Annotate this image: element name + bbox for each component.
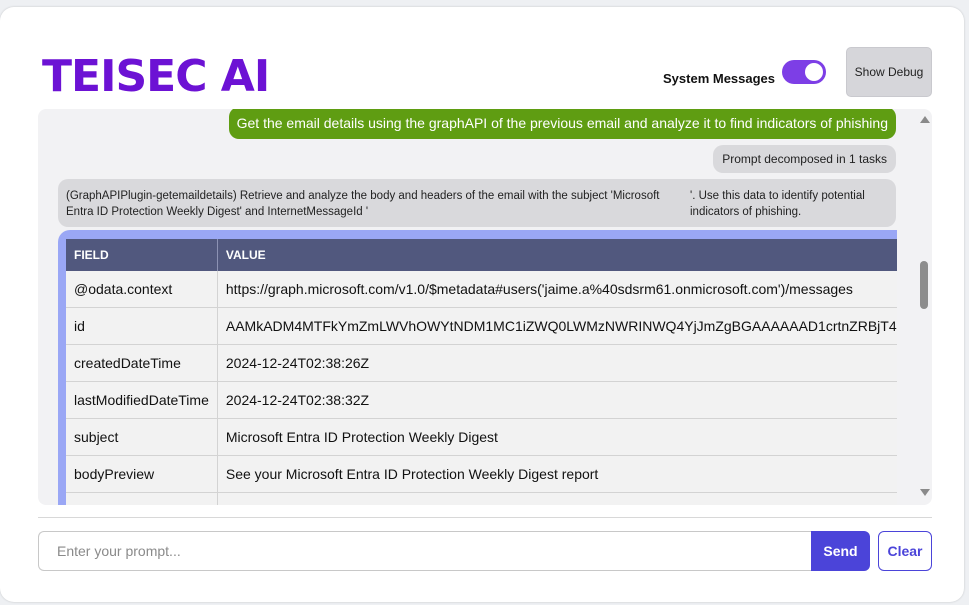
result-table-container: FIELD VALUE @odata.context https://graph… — [58, 230, 897, 505]
field-cell: lastModifiedDateTime — [66, 381, 218, 419]
value-cell: https://graph.microsoft.com/v1.0/$metada… — [217, 271, 897, 308]
value-cell: 2024-12-24T02:38:26Z — [217, 344, 897, 382]
composer-divider — [38, 517, 932, 518]
value-cell — [217, 492, 897, 505]
field-cell — [66, 492, 218, 505]
toggle-knob — [805, 63, 823, 81]
system-message-bubble: Prompt decomposed in 1 tasks — [713, 145, 896, 173]
send-button[interactable]: Send — [811, 531, 870, 571]
table-row: bodyPreview See your Microsoft Entra ID … — [66, 455, 897, 493]
scroll-down-arrow-icon[interactable] — [920, 489, 930, 496]
column-header-value: VALUE — [217, 239, 897, 271]
table-header-row: FIELD VALUE — [66, 239, 897, 271]
value-cell: See your Microsoft Entra ID Protection W… — [217, 455, 897, 493]
task-bubble: (GraphAPIPlugin-getemaildetails) Retriev… — [58, 179, 896, 227]
task-description: (GraphAPIPlugin-getemaildetails) Retriev… — [66, 190, 660, 218]
user-message-bubble: Get the email details using the graphAPI… — [228, 109, 896, 139]
result-table-scroll[interactable]: FIELD VALUE @odata.context https://graph… — [66, 239, 897, 505]
task-description-tail: '. Use this data to identify potential i… — [690, 190, 865, 218]
table-row — [66, 492, 897, 505]
field-cell: @odata.context — [66, 271, 218, 308]
field-cell: createdDateTime — [66, 344, 218, 382]
scroll-up-arrow-icon[interactable] — [920, 116, 930, 123]
system-messages-label: System Messages — [663, 71, 776, 86]
column-header-field: FIELD — [66, 239, 218, 271]
table-row: lastModifiedDateTime 2024-12-24T02:38:32… — [66, 381, 897, 419]
table-row: createdDateTime 2024-12-24T02:38:26Z — [66, 344, 897, 382]
value-cell: 2024-12-24T02:38:32Z — [217, 381, 897, 419]
prompt-input[interactable] — [38, 531, 812, 571]
field-cell: subject — [66, 418, 218, 456]
table-row: @odata.context https://graph.microsoft.c… — [66, 271, 897, 308]
show-debug-button[interactable]: Show Debug — [846, 47, 932, 97]
table-row: id AAMkADM4MTFkYmZmLWVhOWYtNDM1MC1iZWQ0L… — [66, 307, 897, 345]
app-logo: TEISEC AI — [42, 51, 270, 102]
table-row: subject Microsoft Entra ID Protection We… — [66, 418, 897, 456]
scrollbar-thumb[interactable] — [920, 261, 928, 309]
system-messages-toggle[interactable] — [782, 60, 826, 84]
chat-scrollbar[interactable] — [916, 109, 932, 505]
field-cell: id — [66, 307, 218, 345]
field-cell: bodyPreview — [66, 455, 218, 493]
email-details-table: FIELD VALUE @odata.context https://graph… — [66, 239, 897, 505]
chat-panel: Get the email details using the graphAPI… — [38, 109, 932, 505]
value-cell: AAMkADM4MTFkYmZmLWVhOWYtNDM1MC1iZWQ0LWMz… — [217, 307, 897, 345]
value-cell: Microsoft Entra ID Protection Weekly Dig… — [217, 418, 897, 456]
clear-button[interactable]: Clear — [878, 531, 932, 571]
